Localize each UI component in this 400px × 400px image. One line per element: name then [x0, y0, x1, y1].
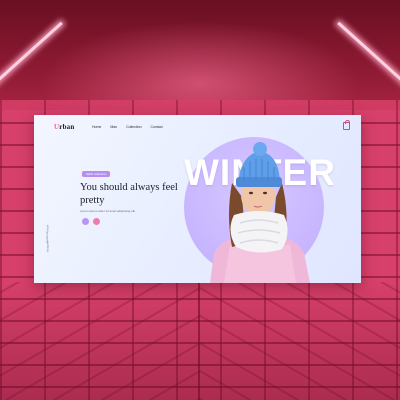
- ceiling-glow: [40, 20, 360, 110]
- website-mockup: Urban Home Man Collection Contact NEW co…: [34, 115, 361, 283]
- corner-seam: [198, 282, 200, 400]
- floor-shadow: [0, 280, 400, 400]
- model-illustration: [210, 142, 310, 283]
